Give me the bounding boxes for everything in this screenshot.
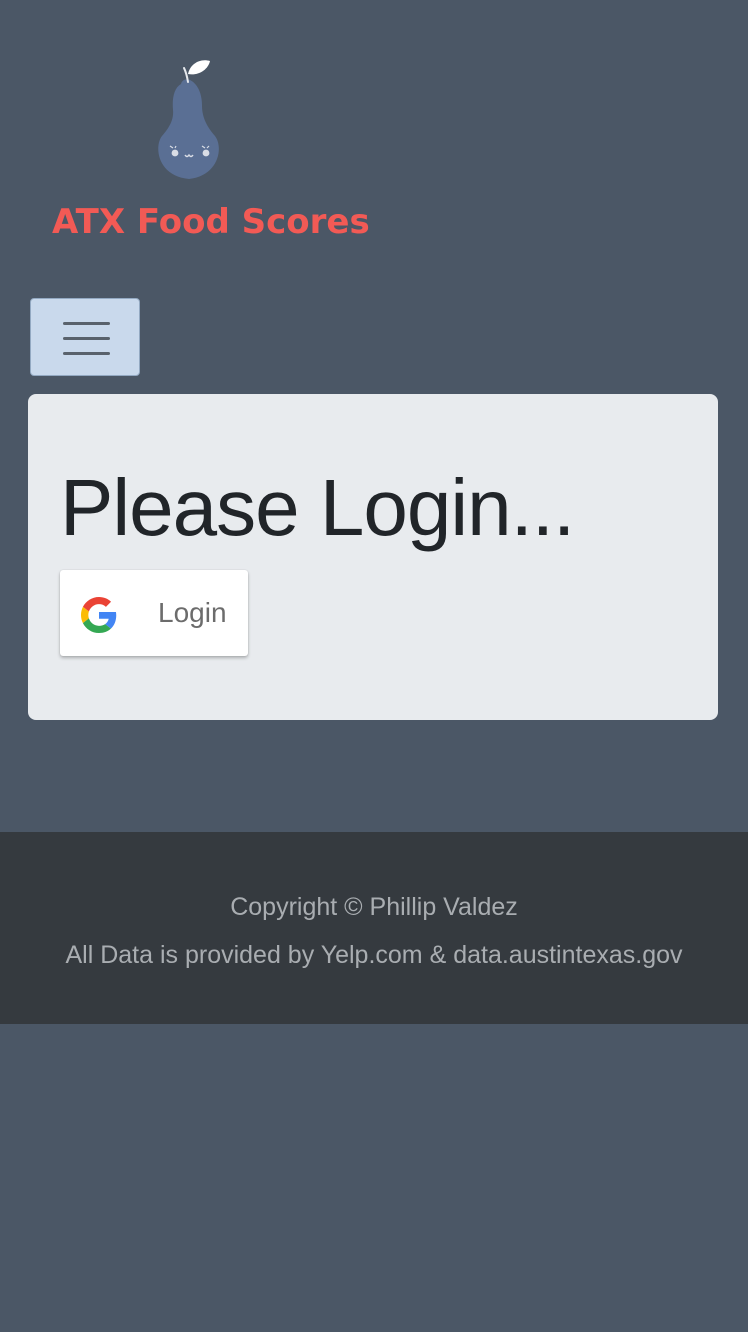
page-title: Please Login...	[60, 463, 575, 552]
login-button-label: Login	[158, 597, 227, 628]
google-icon	[81, 597, 117, 633]
brand-name: ATX Food Scores	[52, 202, 370, 242]
google-login-button[interactable]: Login	[60, 570, 248, 656]
pear-icon	[158, 60, 219, 179]
navbar-toggle-button[interactable]	[30, 298, 140, 376]
footer-copyright: Copyright © Phillip Valdez	[230, 893, 518, 921]
footer: Copyright © Phillip Valdez All Data is p…	[0, 832, 748, 1024]
login-card: Please Login... Login	[28, 394, 718, 720]
footer-attribution: All Data is provided by Yelp.com & data.…	[65, 941, 683, 969]
brand-logo[interactable]: ATX Food Scores	[50, 54, 370, 254]
